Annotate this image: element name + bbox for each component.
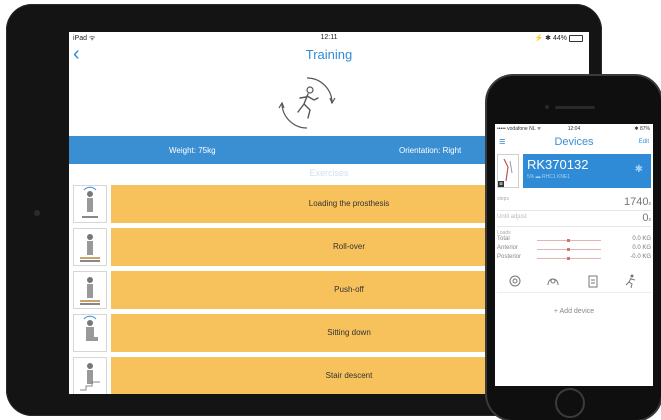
- battery-label: ⚡ ✱ 44%: [534, 35, 567, 42]
- edit-button[interactable]: Edit: [639, 139, 649, 145]
- iphone-camera: [545, 105, 549, 109]
- status-right: ⚡ ✱ 44%: [535, 34, 583, 42]
- device-card[interactable]: ⊠ RK370132 5% ▬ RHC1 KNE1 ✱: [497, 154, 651, 188]
- adjust-knee-icon[interactable]: [545, 273, 561, 289]
- add-device-button[interactable]: + Add device: [495, 308, 653, 315]
- battery-icon: [569, 34, 583, 42]
- load-value: 0.0 KG: [632, 245, 651, 251]
- ipad-camera: [34, 210, 40, 216]
- battery-label: ✱ 87%: [634, 126, 650, 132]
- load-value: -0.0 KG: [630, 254, 651, 260]
- iphone-status-bar: ••••• vodafone NL ᯤ 12:04 ✱ 87%: [495, 124, 653, 134]
- weight-label: Weight: 75kg: [169, 146, 216, 155]
- status-time: 12:04: [567, 126, 581, 132]
- exercise-thumbnail-icon: [73, 271, 107, 309]
- page-title: Devices: [554, 136, 594, 148]
- iphone-speaker: [555, 106, 595, 109]
- exercise-thumbnail-icon: [73, 185, 107, 223]
- device-id: RK370132: [527, 157, 589, 172]
- load-value: 0.0 KG: [632, 236, 651, 242]
- load-name: Total: [497, 236, 510, 242]
- load-row: Posterior -0.0 KG: [497, 254, 651, 263]
- load-gauge: [537, 248, 601, 251]
- nav-bar: ‹ Training: [69, 44, 589, 66]
- steps-value-group: 1740s: [624, 196, 651, 208]
- running-figure-icon: [278, 77, 336, 129]
- steps-label: steps: [497, 196, 509, 202]
- page-title: Training: [305, 47, 353, 62]
- until-adjust-label: Until adjust: [497, 214, 527, 220]
- iphone-device: ••••• vodafone NL ᯤ 12:04 ✱ 87% ≡ Device…: [487, 76, 661, 420]
- training-run-icon[interactable]: [623, 273, 639, 289]
- status-time: 12:11: [320, 34, 338, 41]
- load-gauge: [537, 239, 601, 242]
- loads-section: Loads Total 0.0 KG Anterior 0.0 KG Poste…: [497, 230, 651, 263]
- ipad-status-bar: iPad ᯤ 12:11 ⚡ ✱ 44%: [69, 32, 589, 44]
- until-adjust-row: Until adjust 0s: [497, 212, 651, 227]
- load-row: Total 0.0 KG: [497, 236, 651, 245]
- orientation-label: Orientation: Right: [399, 146, 462, 155]
- steps-value: 1740: [624, 196, 649, 208]
- clipboard-icon[interactable]: [585, 273, 601, 289]
- exercise-thumbnail-icon: [73, 357, 107, 394]
- home-button[interactable]: [555, 388, 585, 418]
- steps-unit: s: [648, 201, 652, 207]
- load-name: Posterior: [497, 254, 522, 260]
- iphone-nav-bar: ≡ Devices Edit: [495, 134, 653, 152]
- exercise-thumbnail-icon: [73, 314, 107, 352]
- device-panel[interactable]: RK370132 5% ▬ RHC1 KNE1 ✱: [523, 154, 651, 188]
- until-adjust-value-group: 0s: [642, 212, 651, 224]
- settings-gear-icon[interactable]: [507, 273, 523, 289]
- prosthesis-thumbnail-icon: ⊠: [497, 154, 519, 188]
- bluetooth-icon: ✱: [634, 164, 643, 175]
- device-tag-icon: ⊠: [498, 181, 504, 187]
- action-tab-bar: [497, 270, 651, 293]
- exercise-thumbnail-icon: [73, 228, 107, 266]
- steps-row: steps 1740s: [497, 196, 651, 211]
- until-adjust-unit: s: [648, 217, 652, 223]
- device-subtitle: 5% ▬ RHC1 KNE1: [527, 174, 571, 180]
- load-name: Anterior: [497, 245, 519, 251]
- load-row: Anterior 0.0 KG: [497, 245, 651, 254]
- iphone-screen: ••••• vodafone NL ᯤ 12:04 ✱ 87% ≡ Device…: [495, 124, 653, 386]
- load-gauge: [537, 257, 601, 260]
